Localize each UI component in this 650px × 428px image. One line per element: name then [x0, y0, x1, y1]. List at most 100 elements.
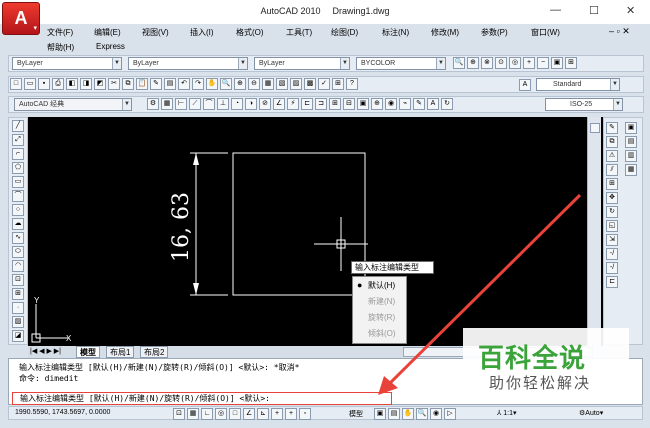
trim-icon[interactable]: -/ [606, 248, 618, 260]
offset-icon[interactable]: ⫽ [606, 164, 618, 176]
layout-icon[interactable]: ▣ [374, 408, 386, 420]
stretch-icon[interactable]: ⇲ [606, 234, 618, 246]
ortho-icon[interactable]: ∟ [201, 408, 213, 420]
color-dropdown[interactable]: ByLayer ▼ [128, 57, 248, 70]
extend-icon[interactable]: -/ [606, 262, 618, 274]
point-icon[interactable]: · [12, 302, 24, 314]
linetype-dropdown[interactable]: ByLayer ▼ [254, 57, 350, 70]
lwt-icon[interactable]: + [285, 408, 297, 420]
dim-edit-icon[interactable]: ✎ [413, 98, 425, 110]
command-prompt[interactable]: 输入标注编辑类型 [默认(H)/新建(N)/旋转(R)/倾斜(O)] <默认>: [12, 392, 392, 405]
construction-line-icon[interactable]: ⤢ [12, 134, 24, 146]
radius-icon[interactable]: ◔ [231, 98, 243, 110]
workspace-settings-icon[interactable]: ⚙ [147, 98, 159, 110]
region-icon[interactable]: ◪ [12, 330, 24, 342]
zoom-window-icon[interactable]: ⊕ [467, 57, 479, 69]
text-style-dropdown[interactable]: Standard ▼ [536, 78, 620, 91]
annotation-scale[interactable]: ⅄ 1:1▾ [497, 409, 516, 417]
arc-icon[interactable]: ⌒ [12, 190, 24, 202]
inspection-icon[interactable]: ◉ [385, 98, 397, 110]
zoom-window-icon-2[interactable]: ⊕ [234, 78, 246, 90]
zoom-previous-icon[interactable]: ⊖ [248, 78, 260, 90]
tolerance-icon[interactable]: ▣ [357, 98, 369, 110]
circle-icon[interactable]: ○ [12, 204, 24, 216]
zoom-icon[interactable]: 🔍 [220, 78, 232, 90]
tab-model[interactable]: 模型 [76, 346, 100, 358]
snap-icon[interactable]: ⊡ [173, 408, 185, 420]
help-icon[interactable]: ? [346, 78, 358, 90]
print-icon[interactable]: ⎙ [52, 78, 64, 90]
cut-icon[interactable]: ✂ [108, 78, 120, 90]
hatch-icon[interactable]: ▨ [12, 316, 24, 328]
spline-icon[interactable]: ∿ [12, 232, 24, 244]
linear-dim-icon[interactable]: ⊢ [175, 98, 187, 110]
menu-insert[interactable]: 插入(I) [190, 27, 214, 38]
menu-view[interactable]: 视图(V) [142, 27, 169, 38]
revcloud-icon[interactable]: ☁ [12, 218, 24, 230]
draworder-icon[interactable]: ▣ [625, 122, 637, 134]
zoom-all-icon[interactable]: ▣ [551, 57, 563, 69]
menu-express[interactable]: Express [96, 42, 125, 51]
pan-icon[interactable]: ✋ [206, 78, 218, 90]
zoom-scale-icon[interactable]: ⊙ [495, 57, 507, 69]
arc-length-icon[interactable]: ⌒ [203, 98, 215, 110]
undo-icon[interactable]: ↶ [178, 78, 190, 90]
menu-modify[interactable]: 修改(M) [431, 27, 459, 38]
dim-style-dropdown[interactable]: ISO-25 ▼ [545, 98, 623, 111]
publish-icon[interactable]: ◨ [80, 78, 92, 90]
pan-status-icon[interactable]: ✋ [402, 408, 414, 420]
menu-file[interactable]: 文件(F) [47, 27, 73, 38]
copy-object-icon[interactable]: ⧉ [606, 136, 618, 148]
array-icon[interactable]: ⊞ [606, 178, 618, 190]
polyline-icon[interactable]: ⌐ [12, 148, 24, 160]
osnap-icon[interactable]: □ [229, 408, 241, 420]
ordinate-icon[interactable]: ⊥ [217, 98, 229, 110]
close-button[interactable]: ✕ [626, 4, 635, 17]
save-icon[interactable]: ▪ [38, 78, 50, 90]
new-icon[interactable]: □ [10, 78, 22, 90]
paste-icon[interactable]: 📋 [136, 78, 148, 90]
dimension-text[interactable]: 16, 63 [169, 192, 194, 262]
continue-icon[interactable]: ⊐ [315, 98, 327, 110]
menu-format[interactable]: 格式(O) [236, 27, 264, 38]
showmotion-icon[interactable]: ▷ [444, 408, 456, 420]
menu-draw[interactable]: 绘图(D) [331, 27, 358, 38]
viewport-icon[interactable]: ▤ [388, 408, 400, 420]
otrack-icon[interactable]: ∠ [243, 408, 255, 420]
mirror-icon[interactable]: ⚠ [606, 150, 618, 162]
grid-toggle-icon[interactable]: ▦ [187, 408, 199, 420]
dim-text-edit-icon[interactable]: A [427, 98, 439, 110]
print-preview-icon[interactable]: ◧ [66, 78, 78, 90]
scroll-thumb[interactable] [590, 123, 600, 133]
design-center-icon[interactable]: ▧ [276, 78, 288, 90]
dyn-icon[interactable]: + [271, 408, 283, 420]
tab-nav-arrows[interactable]: |◀ ◀ ▶ ▶| [30, 347, 61, 355]
zoom-status-icon[interactable]: 🔍 [416, 408, 428, 420]
make-block-icon[interactable]: ⊞ [12, 288, 24, 300]
zoom-dynamic-icon[interactable]: ⊗ [481, 57, 493, 69]
tab-layout2[interactable]: 布局2 [140, 346, 169, 358]
zoom-realtime-icon[interactable]: 🔍 [453, 57, 465, 69]
quick-dim-icon[interactable]: ⚡ [287, 98, 299, 110]
workspace-dropdown[interactable]: AutoCAD 经典 ▼ [14, 98, 132, 111]
doc-window-controls[interactable]: ‒ ▫ ✕ [609, 26, 630, 37]
menu-window[interactable]: 窗口(W) [531, 27, 560, 38]
tab-layout1[interactable]: 布局1 [106, 346, 135, 358]
baseline-icon[interactable]: ⊏ [301, 98, 313, 110]
ellipse-icon[interactable]: ⬭ [12, 246, 24, 258]
break-point-icon[interactable]: ⊏ [606, 276, 618, 288]
quickcalc-icon[interactable]: ⊞ [332, 78, 344, 90]
text-style-icon[interactable]: A [518, 78, 532, 92]
open-icon[interactable]: ▭ [24, 78, 36, 90]
line-icon[interactable]: ╱ [12, 120, 24, 132]
jogged-icon[interactable]: ◑ [245, 98, 257, 110]
zoom-in-icon[interactable]: + [523, 57, 535, 69]
grid-icon[interactable]: ▦ [161, 98, 173, 110]
menu-dimension[interactable]: 标注(N) [382, 27, 409, 38]
angular-icon[interactable]: ∠ [273, 98, 285, 110]
steering-icon[interactable]: ◉ [430, 408, 442, 420]
qp-icon[interactable]: ▫ [299, 408, 311, 420]
insert-block-icon[interactable]: ⊡ [12, 274, 24, 286]
lineweight-dropdown[interactable]: BYCOLOR ▼ [356, 57, 446, 70]
send-back-icon[interactable]: ▥ [625, 150, 637, 162]
